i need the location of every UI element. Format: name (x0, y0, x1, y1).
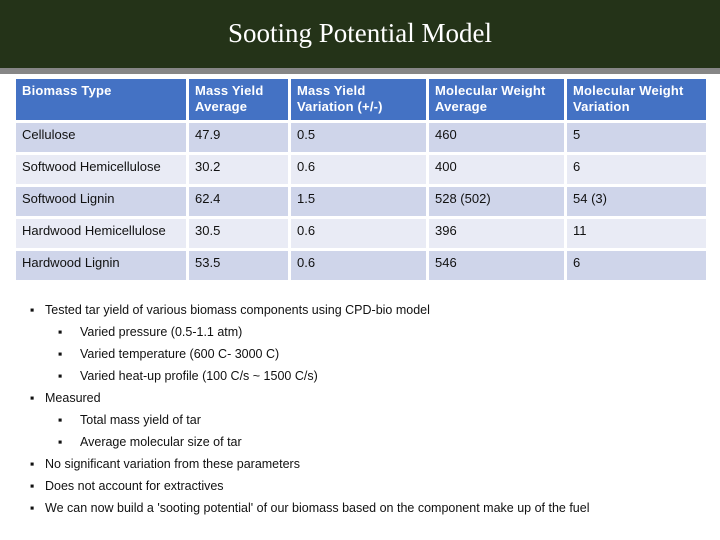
table-row: Softwood Lignin 62.4 1.5 528 (502) 54 (3… (16, 187, 706, 219)
bullet-text: Tested tar yield of various biomass comp… (45, 303, 430, 317)
bullet-text: Does not account for extractives (45, 479, 224, 493)
cell-biomass-type: Cellulose (16, 123, 189, 155)
header-line: Average (195, 99, 248, 114)
cell-mass-yield-average: 47.9 (189, 123, 291, 155)
bullet-text: Total mass yield of tar (80, 413, 201, 427)
bullet-icon: ▪ (30, 391, 35, 405)
header-line: Biomass Type (22, 83, 112, 98)
cell-mass-yield-average: 62.4 (189, 187, 291, 219)
table-header-row: Biomass Type Mass Yield Average Mass Yiel… (16, 79, 706, 123)
header-biomass-type: Biomass Type (16, 79, 189, 123)
header-line: Molecular Weight (573, 83, 684, 98)
table-row: Hardwood Lignin 53.5 0.6 546 6 (16, 251, 706, 283)
table-row: Hardwood Hemicellulose 30.5 0.6 396 11 (16, 219, 706, 251)
bullet-icon: ▪ (58, 435, 63, 449)
bullet-text: Varied heat-up profile (100 C/s ~ 1500 C… (80, 369, 318, 383)
cell-molecular-weight-average: 528 (502) (429, 187, 567, 219)
bullet-icon: ▪ (58, 347, 63, 361)
cell-biomass-type: Softwood Lignin (16, 187, 189, 219)
cell-molecular-weight-variation: 54 (3) (567, 187, 706, 219)
title-bar: Sooting Potential Model (0, 0, 720, 68)
cell-biomass-type: Hardwood Hemicellulose (16, 219, 189, 251)
cell-mass-yield-variation: 0.6 (291, 155, 429, 187)
table-row: Softwood Hemicellulose 30.2 0.6 400 6 (16, 155, 706, 187)
cell-molecular-weight-average: 546 (429, 251, 567, 283)
bullet-icon: ▪ (30, 457, 35, 471)
bullet-icon: ▪ (30, 479, 35, 493)
cell-mass-yield-variation: 1.5 (291, 187, 429, 219)
bullet-text: No significant variation from these para… (45, 457, 300, 471)
cell-molecular-weight-average: 396 (429, 219, 567, 251)
header-line: Molecular Weight (435, 83, 546, 98)
header-line: Variation (573, 99, 630, 114)
cell-molecular-weight-average: 400 (429, 155, 567, 187)
header-molecular-weight-average: Molecular Weight Average (429, 79, 567, 123)
header-mass-yield-variation: Mass Yield Variation (+/-) (291, 79, 429, 123)
bullet-text: Measured (45, 391, 101, 405)
cell-mass-yield-average: 53.5 (189, 251, 291, 283)
bullet-icon: ▪ (58, 325, 63, 339)
cell-mass-yield-average: 30.2 (189, 155, 291, 187)
header-mass-yield-average: Mass Yield Average (189, 79, 291, 123)
header-line: Variation (+/-) (297, 99, 383, 114)
cell-molecular-weight-variation: 11 (567, 219, 706, 251)
header-line: Mass Yield (297, 83, 366, 98)
cell-mass-yield-average: 30.5 (189, 219, 291, 251)
cell-molecular-weight-variation: 6 (567, 251, 706, 283)
bullet-icon: ▪ (58, 413, 63, 427)
header-line: Average (435, 99, 488, 114)
bullet-text: Varied temperature (600 C- 3000 C) (80, 347, 280, 361)
bullet-icon: ▪ (58, 369, 63, 383)
header-molecular-weight-variation: Molecular Weight Variation (567, 79, 706, 123)
bullet-icon: ▪ (30, 303, 35, 317)
slide-title: Sooting Potential Model (227, 18, 492, 48)
cell-molecular-weight-variation: 5 (567, 123, 706, 155)
biomass-table: Biomass Type Mass Yield Average Mass Yiel… (16, 79, 706, 283)
cell-mass-yield-variation: 0.5 (291, 123, 429, 155)
table-row: Cellulose 47.9 0.5 460 5 (16, 123, 706, 155)
title-divider (0, 68, 720, 74)
cell-biomass-type: Hardwood Lignin (16, 251, 189, 283)
header-line: Mass Yield (195, 83, 264, 98)
cell-mass-yield-variation: 0.6 (291, 251, 429, 283)
cell-mass-yield-variation: 0.6 (291, 219, 429, 251)
cell-molecular-weight-variation: 6 (567, 155, 706, 187)
bullet-text: We can now build a 'sooting potential' o… (45, 501, 590, 515)
bullet-text: Varied pressure (0.5-1.1 atm) (80, 325, 243, 339)
bullet-icon: ▪ (30, 501, 35, 515)
cell-molecular-weight-average: 460 (429, 123, 567, 155)
bullet-text: Average molecular size of tar (80, 435, 242, 449)
cell-biomass-type: Softwood Hemicellulose (16, 155, 189, 187)
